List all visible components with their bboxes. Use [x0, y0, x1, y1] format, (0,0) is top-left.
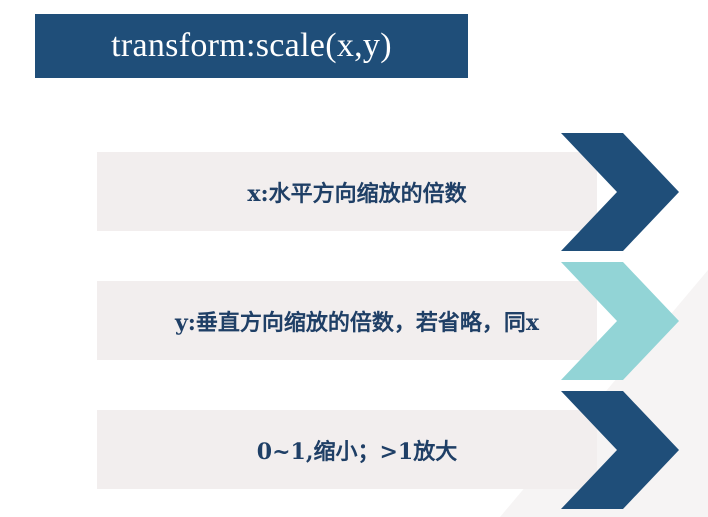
list-item-x: x:水平方向缩放的倍数	[97, 133, 681, 251]
page-title: transform:scale(x,y)	[111, 27, 392, 64]
item-label: x:水平方向缩放的倍数	[247, 180, 467, 207]
item-label: y:垂直方向缩放的倍数，若省略，同x	[174, 309, 540, 336]
list-item-y: y:垂直方向缩放的倍数，若省略，同x	[97, 262, 681, 380]
title-banner: transform:scale(x,y)	[35, 14, 468, 78]
item-label: 0~1,缩小；>1放大	[256, 438, 458, 465]
list-item-range: 0~1,缩小；>1放大	[97, 391, 681, 509]
